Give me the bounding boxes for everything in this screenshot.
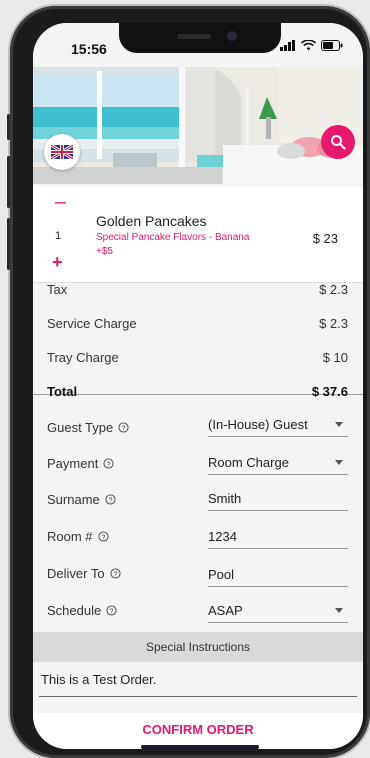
confirm-order-label: CONFIRM ORDER [142,722,254,737]
item-quantity: 1 [55,230,62,242]
language-button[interactable] [44,134,80,170]
surname-value: Smith [208,491,242,506]
tray-charge-amount: $ 10 [322,350,348,365]
total-label: Total [47,384,78,399]
room-number-label-text: Room # [47,529,93,544]
svg-text:?: ? [110,606,114,615]
surname-label: Surname ? [47,492,116,507]
decrease-quantity-button[interactable]: – [55,192,66,212]
front-camera [227,31,237,41]
special-instructions-header: Special Instructions [33,632,363,662]
confirm-order-button[interactable]: CONFIRM ORDER [33,713,363,749]
help-icon[interactable]: ? [97,531,109,542]
tax-row: Tax $ 2.3 [33,273,363,307]
deliver-to-label: Deliver To ? [47,566,121,581]
surname-input[interactable]: Smith [208,485,348,511]
payment-select[interactable]: Room Charge [208,449,348,475]
dropdown-caret-icon [335,460,343,465]
svg-text:?: ? [113,569,117,578]
guest-type-select[interactable]: (In-House) Guest [208,411,348,437]
room-number-input[interactable]: 1234 [208,523,348,549]
help-icon[interactable]: ? [106,605,117,616]
payment-label: Payment ? [47,456,114,471]
signal-icon [280,40,295,51]
search-icon [331,135,346,150]
tax-label: Tax [47,282,68,297]
svg-text:?: ? [107,459,111,468]
status-time: 15:56 [71,41,107,57]
guest-type-label: Guest Type ? [47,420,129,435]
hotel-room-banner [33,67,363,184]
service-charge-amount: $ 2.3 [319,316,348,331]
item-option: Special Pancake Flavors - Banana +$5 [96,231,276,259]
room-number-label: Room # ? [47,529,109,544]
svg-text:?: ? [101,532,105,541]
cart-item: – 1 + Golden Pancakes Special Pancake Fl… [33,186,363,283]
volume-down-button [7,218,10,270]
deliver-to-label-text: Deliver To [47,566,105,581]
help-icon[interactable]: ? [105,494,116,505]
status-bar: 15:56 [33,23,363,67]
battery-icon [321,40,343,51]
deliver-to-input[interactable]: Pool [208,561,348,587]
payment-label-text: Payment [47,456,99,471]
help-icon[interactable]: ? [103,458,114,469]
item-price: $ 23 [312,231,338,246]
dropdown-caret-icon [335,608,343,613]
service-charge-row: Service Charge $ 2.3 [33,307,363,341]
help-icon[interactable]: ? [118,422,129,433]
mute-switch [7,114,10,140]
item-name: Golden Pancakes [96,213,207,229]
schedule-select[interactable]: ASAP [208,597,348,623]
hotel-room-image [33,67,363,184]
tray-charge-row: Tray Charge $ 10 [33,341,363,375]
system-icons [280,40,343,51]
help-icon[interactable]: ? [110,568,121,579]
notch [119,23,281,53]
room-number-value: 1234 [208,529,237,544]
speaker-grille [177,34,211,39]
volume-up-button [7,156,10,208]
phone-frame: 15:56 – 1 + Golden Pancakes Special Panc… [7,6,370,758]
schedule-label-text: Schedule [47,603,102,618]
svg-text:?: ? [122,423,126,432]
tax-amount: $ 2.3 [319,282,348,297]
schedule-value: ASAP [208,603,243,618]
guest-type-value: (In-House) Guest [208,417,308,432]
home-indicator[interactable] [141,745,259,749]
uk-flag-icon [51,145,73,159]
schedule-label: Schedule ? [47,603,117,618]
search-button[interactable] [321,125,355,159]
deliver-to-value: Pool [208,567,235,582]
wifi-icon [301,40,316,51]
svg-text:?: ? [108,495,112,504]
special-instructions-input[interactable]: This is a Test Order. [39,663,357,697]
total-row: Total $ 37.6 [33,375,363,409]
service-charge-label: Service Charge [47,316,137,331]
dropdown-caret-icon [335,422,343,427]
app-screen: 15:56 – 1 + Golden Pancakes Special Panc… [33,23,363,749]
tray-charge-label: Tray Charge [47,350,119,365]
guest-type-label-text: Guest Type [47,420,114,435]
surname-label-text: Surname [47,492,100,507]
increase-quantity-button[interactable]: + [52,253,63,271]
item-option-flavor: Special Pancake Flavors - Banana [96,232,250,243]
item-option-price: +$5 [96,246,113,257]
payment-value: Room Charge [208,455,289,470]
total-amount: $ 37.6 [311,384,348,399]
